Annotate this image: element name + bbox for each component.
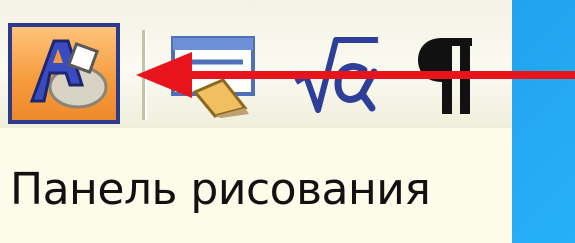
tooltip-caption: Панель рисования	[10, 164, 431, 215]
pointer-arrow	[136, 52, 575, 98]
drawing-toolbar-button[interactable]	[8, 23, 120, 124]
toolbar-panel: Панель рисования	[0, 0, 512, 243]
drawing-icon	[29, 39, 108, 109]
